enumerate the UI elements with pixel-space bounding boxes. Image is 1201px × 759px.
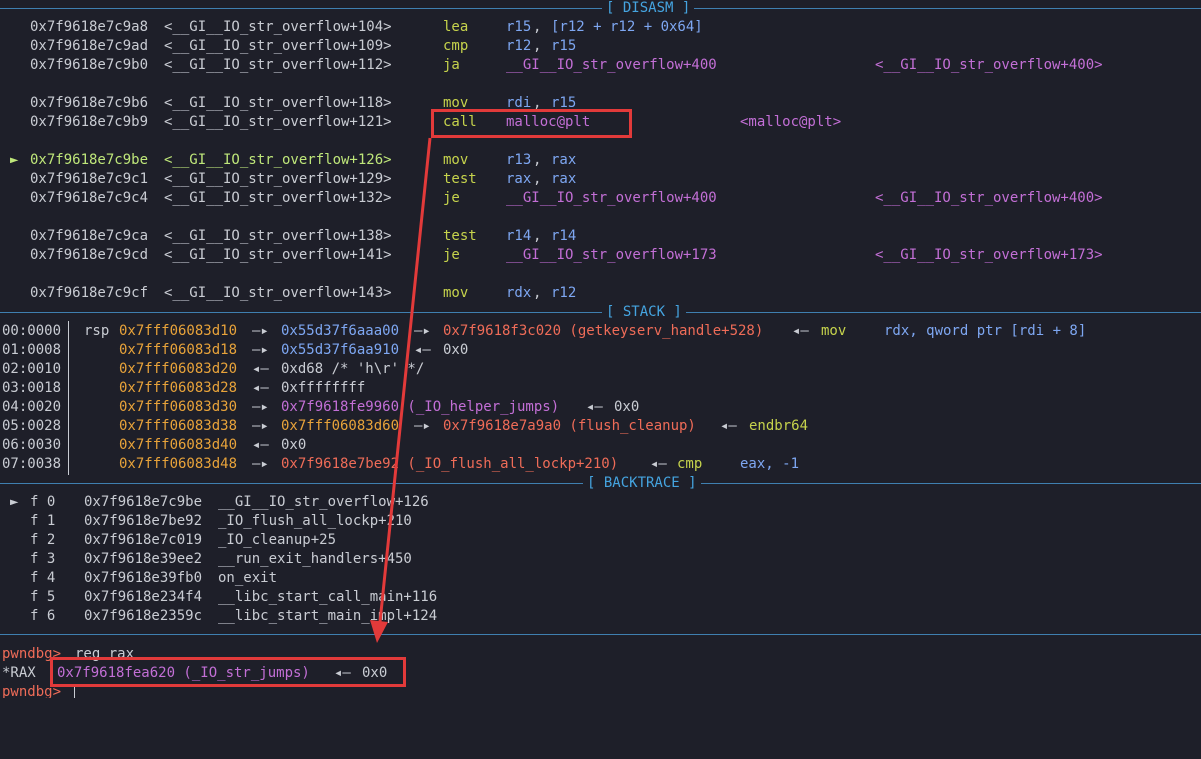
- annotation-arrow: [370, 137, 432, 643]
